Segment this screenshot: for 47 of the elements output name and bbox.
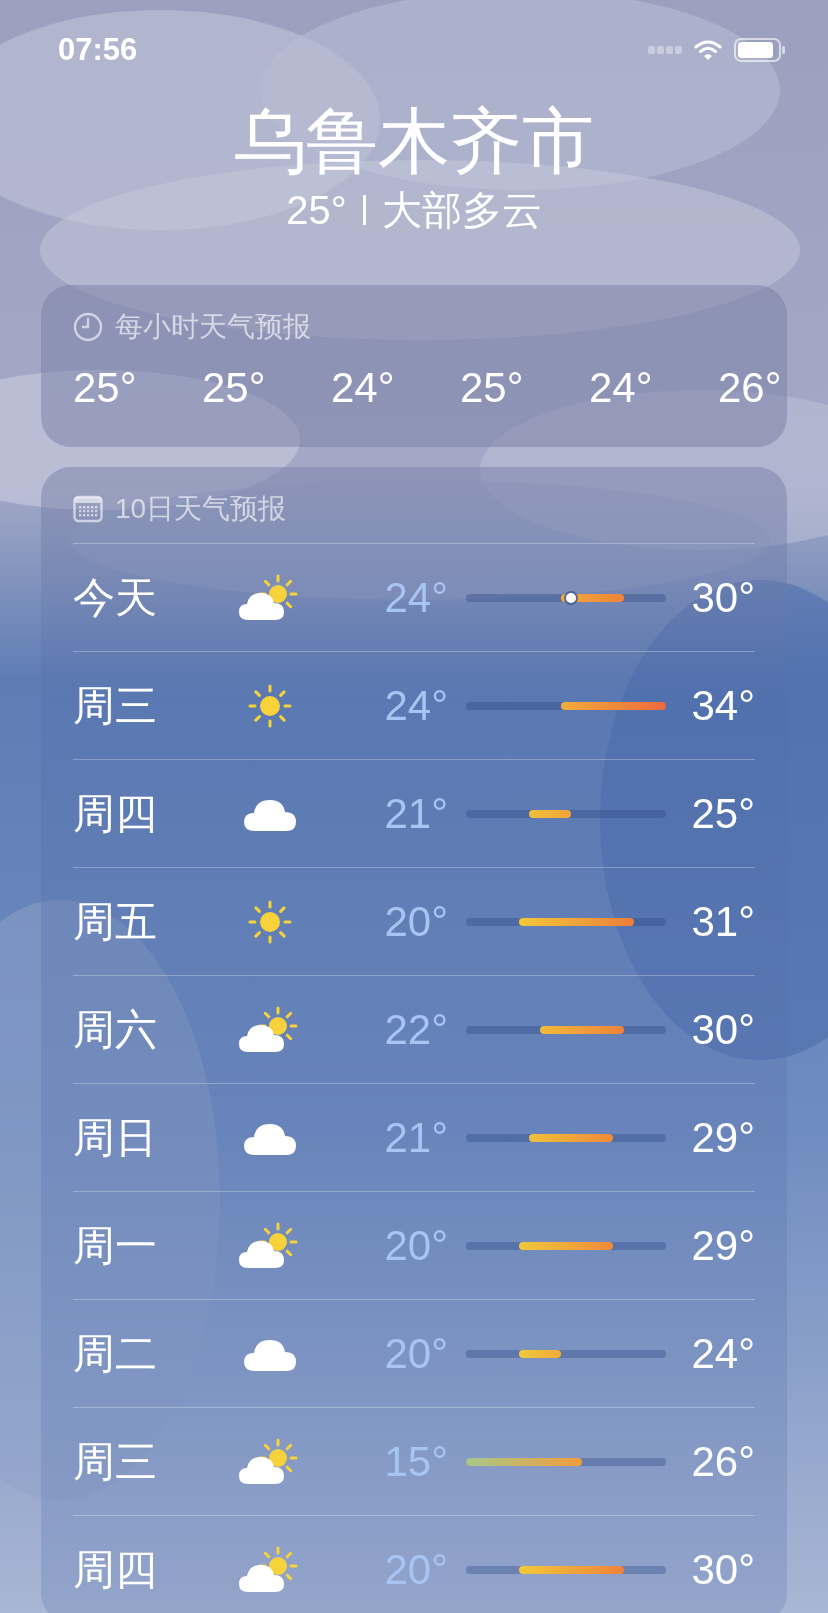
current-temperature-dot (566, 592, 577, 603)
day-label: 周五 (73, 896, 158, 947)
temperature-range-fill (529, 809, 572, 818)
day-label: 周日 (73, 1112, 158, 1163)
hourly-temperature: 24° (331, 363, 396, 413)
hourly-temperature: 24° (589, 363, 654, 413)
card-title: 10日天气预报 (115, 492, 287, 526)
day-label: 周六 (73, 1004, 158, 1055)
city-name: 乌鲁木齐市 (234, 100, 594, 183)
day-label: 周四 (73, 788, 158, 839)
high-temperature: 26° (690, 1436, 755, 1487)
high-temperature: 25° (690, 788, 755, 839)
day-label: 周二 (73, 1328, 158, 1379)
day-label: 周一 (73, 1220, 158, 1271)
low-temperature: 21° (383, 788, 448, 839)
low-temperature: 24° (383, 680, 448, 731)
hourly-temperature: 25° (202, 363, 267, 413)
high-temperature: 24° (690, 1328, 755, 1379)
calendar-icon (73, 495, 103, 523)
temperature-range-fill (518, 1349, 561, 1358)
low-temperature: 20° (383, 896, 448, 947)
high-temperature: 34° (690, 680, 755, 731)
hourly-temperature: 26° (718, 363, 783, 413)
weather-condition: 大部多云 (381, 187, 542, 234)
high-temperature: 29° (690, 1220, 755, 1271)
day-label: 今天 (73, 572, 158, 623)
wifi-icon (694, 40, 722, 60)
day-label: 周三 (73, 1436, 158, 1487)
hourly-temperature: 25° (460, 363, 525, 413)
card-title: 每小时天气预报 (115, 310, 311, 344)
high-temperature: 29° (690, 1112, 755, 1163)
high-temperature: 30° (690, 1544, 755, 1595)
high-temperature: 30° (690, 1004, 755, 1055)
low-temperature: 24° (383, 572, 448, 623)
high-temperature: 31° (690, 896, 755, 947)
day-label: 周三 (73, 680, 158, 731)
clock-icon (73, 312, 103, 342)
high-temperature: 30° (690, 572, 755, 623)
hourly-temperature: 25° (73, 363, 138, 413)
signal-icon (648, 46, 682, 54)
battery-icon (734, 38, 786, 62)
status-time: 07:56 (58, 31, 138, 69)
low-temperature: 22° (383, 1004, 448, 1055)
day-label: 周四 (73, 1544, 158, 1595)
low-temperature: 20° (383, 1220, 448, 1271)
low-temperature: 21° (383, 1112, 448, 1163)
current-temperature: 25° (286, 187, 347, 234)
